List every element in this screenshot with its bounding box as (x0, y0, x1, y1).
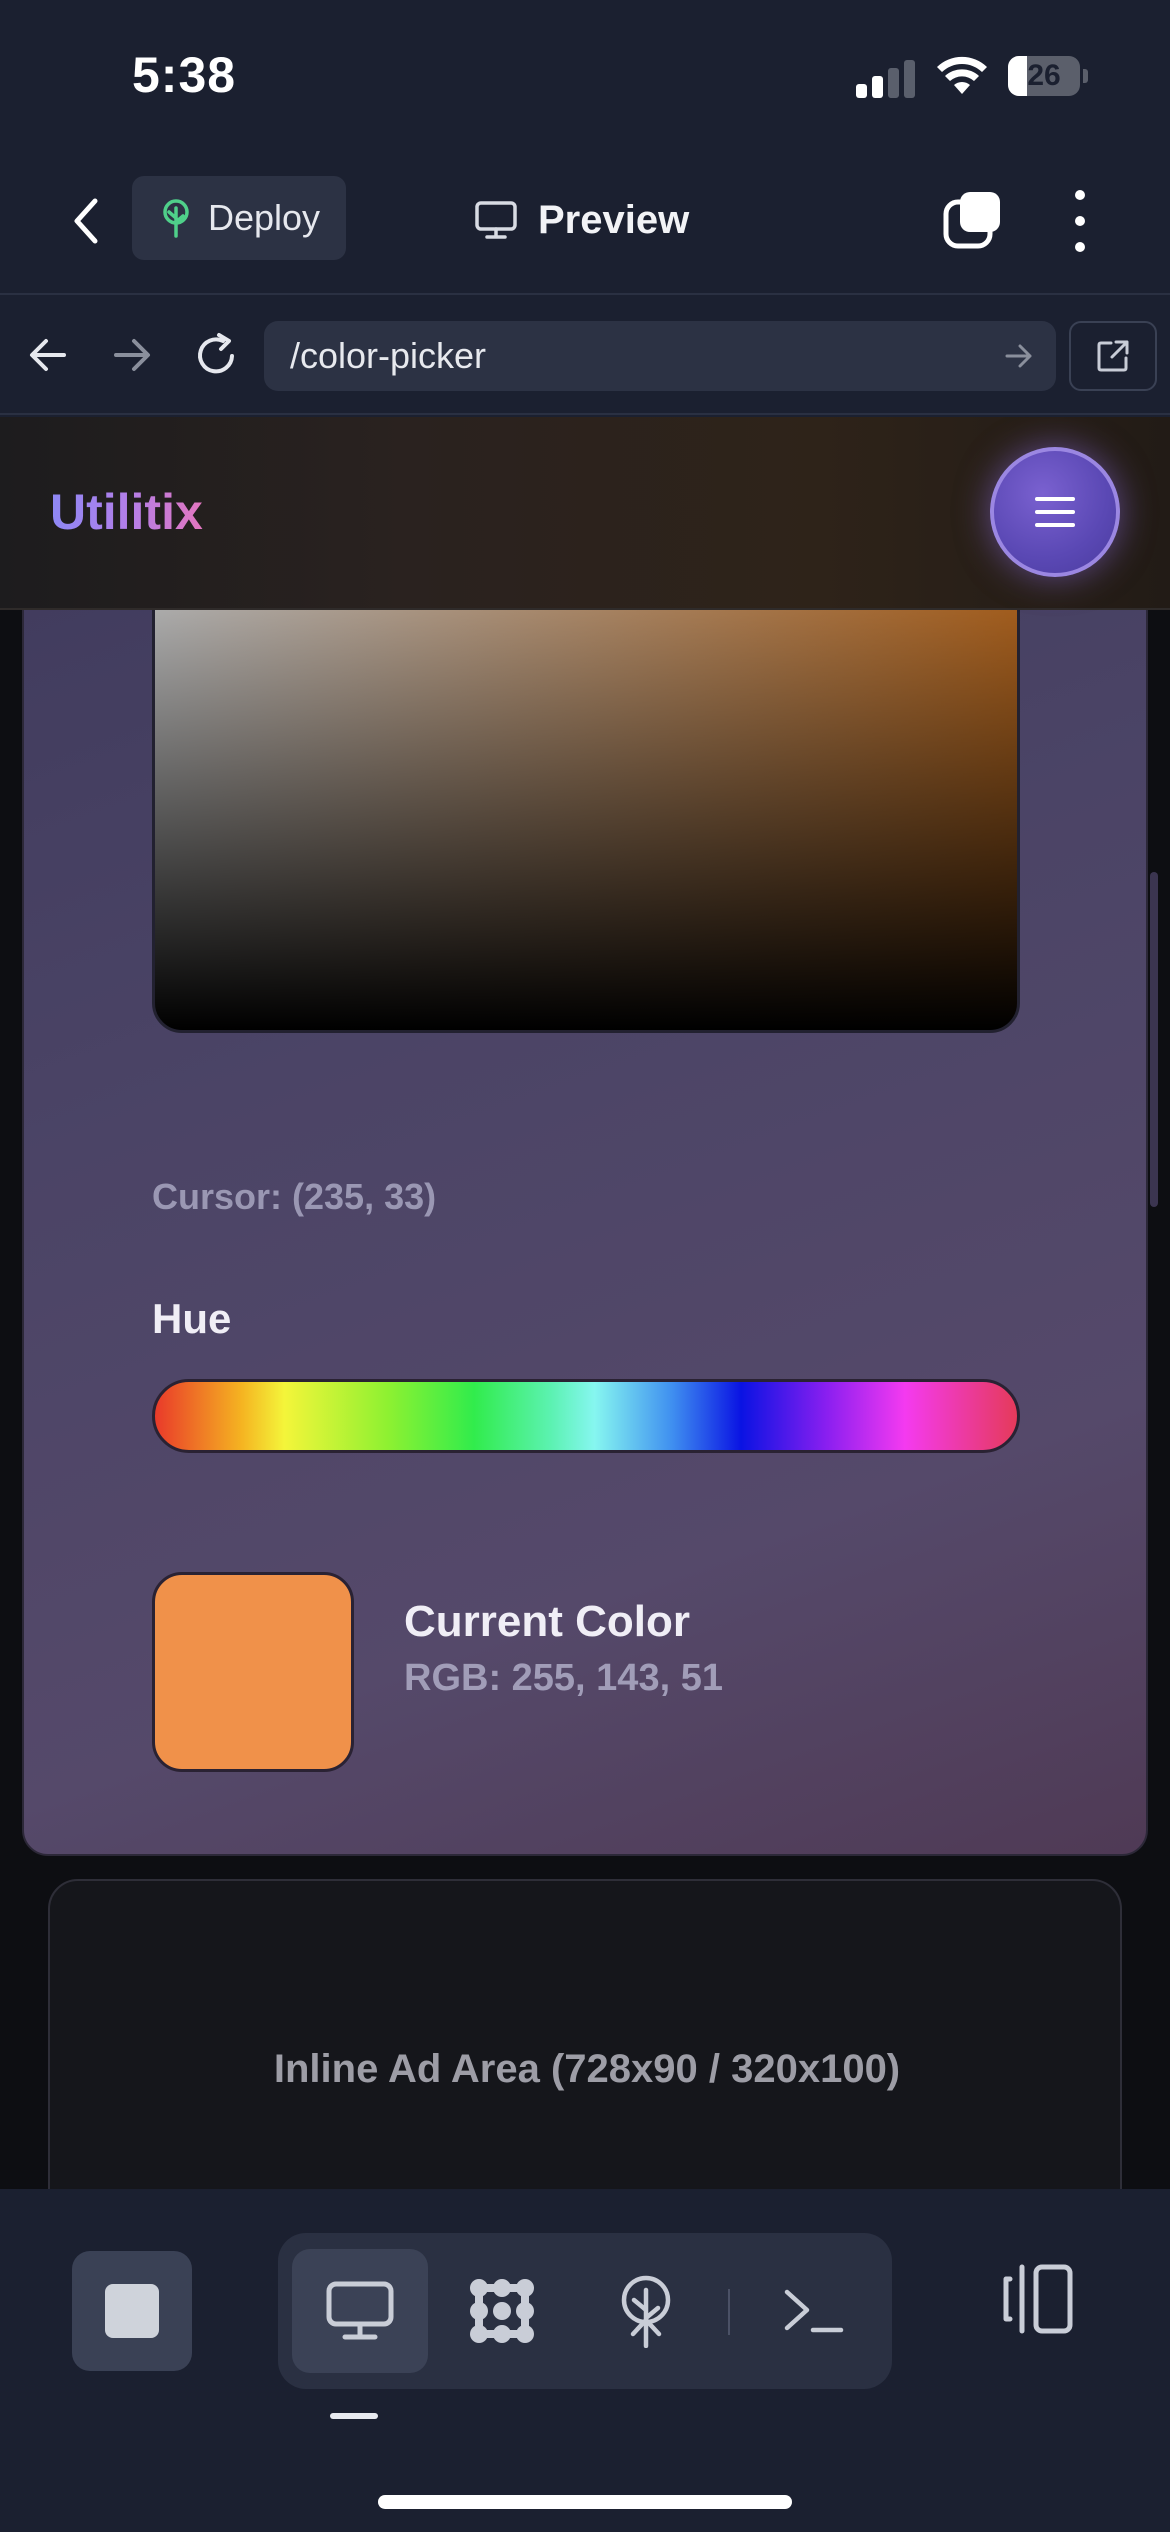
monitor-icon (326, 2281, 394, 2340)
cellular-signal-icon (856, 60, 916, 98)
terminal-icon (784, 2289, 844, 2333)
bottom-dock (0, 2189, 1170, 2532)
site-header: Utilitix (0, 417, 1170, 610)
arrow-right-icon (114, 339, 150, 371)
hue-slider[interactable] (152, 1379, 1020, 1453)
webview: Utilitix Cursor: (235, 33) Hue Current C… (0, 417, 1170, 2189)
back-button[interactable] (56, 186, 116, 256)
deploy-label: Deploy (208, 197, 321, 238)
dots-grid-icon (470, 2279, 534, 2343)
tabs-icon[interactable] (940, 188, 1004, 252)
preview-tool-button[interactable] (292, 2249, 428, 2373)
stop-button[interactable] (72, 2251, 192, 2371)
external-link-icon (1097, 340, 1129, 372)
arrow-left-icon (30, 339, 66, 371)
home-indicator[interactable] (378, 2495, 792, 2509)
reload-icon (198, 333, 234, 374)
stop-icon (105, 2284, 159, 2338)
open-external-button[interactable] (1069, 321, 1157, 391)
preview-label: Preview (538, 197, 690, 242)
status-bar: 5:38 26 (0, 0, 1170, 150)
browser-back-button[interactable] (20, 327, 76, 383)
ad-label: Inline Ad Area (728x90 / 320x100) (273, 2047, 901, 2091)
inline-ad-area: Inline Ad Area (728x90 / 320x100) (48, 1879, 1122, 2189)
url-go-arrow-icon[interactable] (1004, 341, 1034, 371)
color-picker-card: Cursor: (235, 33) Hue Current Color RGB:… (22, 437, 1148, 1856)
packages-tool-button[interactable] (434, 2249, 570, 2373)
chevron-left-icon (74, 198, 98, 244)
url-input[interactable]: /color-picker (264, 321, 1056, 391)
deploy-tool-button[interactable] (578, 2249, 714, 2373)
panel-split-icon[interactable] (1000, 2261, 1076, 2337)
brand-logo[interactable]: Utilitix (50, 483, 203, 541)
tree-icon (163, 199, 189, 238)
url-text: /color-picker (290, 335, 487, 376)
deploy-tree-icon (621, 2275, 671, 2348)
browser-bar: /color-picker (0, 297, 1170, 415)
preview-title: Preview (474, 188, 689, 252)
app-toolbar: Deploy Preview (0, 150, 1170, 295)
active-tool-indicator (330, 2413, 378, 2419)
monitor-icon (475, 201, 517, 239)
wifi-icon (937, 56, 987, 94)
hue-label: Hue (152, 1295, 232, 1342)
cursor-readout: Cursor: (235, 33) (152, 1176, 437, 1217)
deploy-button[interactable]: Deploy (132, 176, 346, 260)
current-color-title: Current Color (404, 1597, 690, 1646)
current-color-swatch (152, 1572, 354, 1772)
terminal-tool-button[interactable] (746, 2249, 882, 2373)
hamburger-menu-button[interactable] (990, 447, 1120, 577)
reload-button[interactable] (188, 327, 244, 383)
current-color-rgb: RGB: 255, 143, 51 (404, 1657, 723, 1699)
tool-group (278, 2233, 892, 2389)
battery-icon: 26 (1008, 56, 1088, 96)
status-time: 5:38 (132, 47, 237, 103)
more-vertical-icon[interactable] (1060, 186, 1100, 256)
battery-level: 26 (1027, 59, 1061, 92)
browser-forward-button[interactable] (104, 327, 160, 383)
page-scrollbar[interactable] (1150, 872, 1158, 1207)
tool-divider (728, 2289, 730, 2335)
